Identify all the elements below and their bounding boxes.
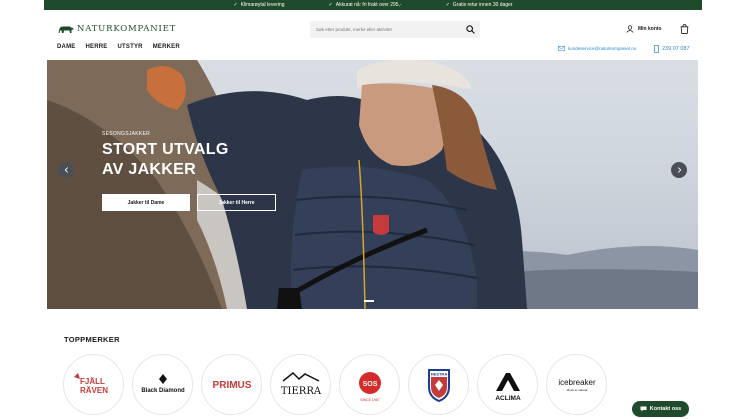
svg-text:SOS: SOS (362, 381, 377, 388)
logo-text: NATURKOMPANIET (77, 24, 177, 34)
usp-text: Klimarøytal levering (240, 2, 285, 8)
usp-bar: ✓ Klimarøytal levering ✓ Akkurat nå: fri… (44, 0, 702, 10)
brand-aclima[interactable]: ACLIMA (477, 354, 538, 415)
nav-item-utstyr[interactable]: UTSTYR (117, 44, 142, 50)
check-icon: ✓ (233, 2, 238, 8)
check-icon: ✓ (328, 2, 333, 8)
account-label: Min konto (638, 26, 662, 32)
email-link[interactable]: kundeservice@naturkompaniet.no (558, 46, 636, 51)
contact-chat-button[interactable]: Kontakt oss (632, 401, 689, 417)
site-header: NATURKOMPANIET Min konto DAME HERRE UTST… (44, 10, 702, 60)
jackets-women-button[interactable]: Jakker til Dame (102, 194, 190, 211)
hero-banner: SESONGSJAKKER STORT UTVALG AV JAKKER Jak… (47, 60, 698, 309)
icebreaker-logo-icon: icebreaker Move to natural (558, 378, 596, 392)
chevron-left-icon (64, 167, 68, 173)
nav-item-dame[interactable]: DAME (57, 44, 75, 50)
fjallraven-logo-icon: FJÄLL RÄVEN (73, 372, 108, 395)
carousel-indicator (364, 300, 374, 302)
hero-image (47, 60, 698, 309)
brand-fjallraven[interactable]: FJÄLL RÄVEN (63, 354, 124, 415)
brand-hestra[interactable]: HESTRA (408, 354, 469, 415)
sos-logo-icon: SOS SINCE 1967 (358, 371, 381, 402)
svg-text:Black Diamond: Black Diamond (141, 388, 185, 394)
chat-icon (640, 406, 647, 412)
black-diamond-logo-icon: Black Diamond (141, 373, 185, 394)
brands-list: FJÄLL RÄVEN Black Diamond PRIMUS TIERRA … (63, 354, 607, 415)
phone-text: 239 07 087 (662, 46, 690, 52)
brand-sos[interactable]: SOS SINCE 1967 (339, 354, 400, 415)
chevron-right-icon (677, 167, 681, 173)
svg-text:icebreaker: icebreaker (558, 378, 596, 387)
nav-item-herre[interactable]: HERRE (85, 44, 107, 50)
hero-content: SESONGSJAKKER STORT UTVALG AV JAKKER (102, 131, 252, 180)
cart-icon[interactable] (680, 24, 689, 34)
tierra-logo-icon: TIERRA (280, 371, 321, 397)
svg-text:ACLIMA: ACLIMA (495, 395, 521, 402)
phone-link[interactable]: 239 07 087 (654, 45, 690, 53)
search-bar[interactable] (310, 21, 480, 38)
usp-item: ✓ Akkurat nå: fri frakt over 295,- (329, 2, 402, 8)
hestra-logo-icon: HESTRA (427, 368, 450, 402)
brand-black-diamond[interactable]: Black Diamond (132, 354, 193, 415)
svg-text:PRIMUS: PRIMUS (212, 380, 251, 391)
carousel-dot-active[interactable] (364, 300, 374, 302)
search-input[interactable] (310, 21, 460, 38)
phone-icon (654, 45, 659, 53)
hero-eyebrow: SESONGSJAKKER (102, 131, 151, 137)
logo[interactable]: NATURKOMPANIET (58, 24, 176, 34)
user-icon (626, 25, 634, 33)
brand-tierra[interactable]: TIERRA (270, 354, 331, 415)
carousel-next-button[interactable] (671, 162, 687, 178)
nav-item-merker[interactable]: MERKER (153, 44, 180, 50)
usp-text: Akkurat nå: fri frakt over 295,- (335, 2, 402, 8)
search-icon[interactable] (466, 25, 475, 34)
usp-text: Gratis retur innen 30 dager (452, 2, 513, 8)
jackets-men-button[interactable]: Jakker til Herre (197, 194, 276, 211)
main-nav: DAME HERRE UTSTYR MERKER (57, 44, 180, 50)
svg-text:TIERRA: TIERRA (280, 386, 321, 397)
usp-item: ✓ Klimarøytal levering (233, 2, 284, 8)
account-button[interactable]: Min konto (626, 25, 662, 33)
svg-text:FJÄLL: FJÄLL (80, 377, 105, 386)
hero-buttons: Jakker til Dame Jakker til Herre (102, 194, 276, 211)
aclima-logo-icon: ACLIMA (495, 372, 521, 402)
svg-text:Move to natural: Move to natural (566, 388, 587, 392)
usp-item: ✓ Gratis retur innen 30 dager (446, 2, 513, 8)
bear-logo-icon (58, 26, 74, 33)
chat-label: Kontakt oss (649, 406, 682, 412)
carousel-prev-button[interactable] (58, 162, 74, 178)
primus-logo-icon: PRIMUS (212, 380, 251, 391)
svg-text:RÄVEN: RÄVEN (80, 386, 108, 395)
svg-text:SINCE 1967: SINCE 1967 (360, 398, 380, 402)
fjallraven-logo: FJÄLL RÄVEN (73, 372, 108, 395)
svg-text:HESTRA: HESTRA (430, 371, 447, 376)
brand-icebreaker[interactable]: icebreaker Move to natural (546, 354, 607, 415)
mail-icon (558, 46, 565, 51)
email-text: kundeservice@naturkompaniet.no (568, 46, 637, 51)
brands-heading: TOPPMERKER (64, 335, 120, 344)
brand-primus[interactable]: PRIMUS (201, 354, 262, 415)
hero-title: STORT UTVALG AV JAKKER (102, 141, 229, 178)
check-icon: ✓ (445, 2, 450, 8)
